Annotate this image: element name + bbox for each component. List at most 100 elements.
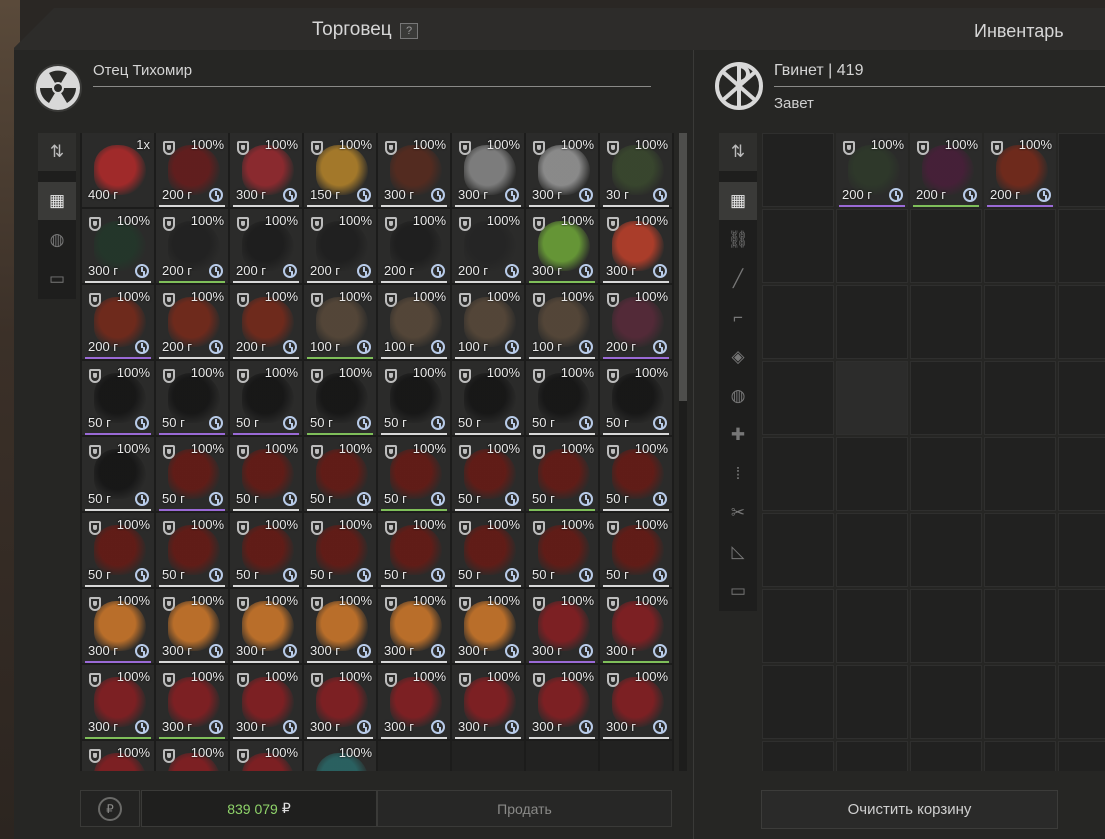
refresh-button[interactable]: ₽ <box>80 790 140 827</box>
item-slot[interactable]: 100% 50 г <box>304 437 376 511</box>
item-slot[interactable]: 100% 50 г <box>230 437 302 511</box>
empty-slot[interactable] <box>984 285 1056 359</box>
empty-slot[interactable] <box>762 741 834 771</box>
item-slot[interactable]: 100% 300 г <box>378 133 450 207</box>
empty-slot[interactable] <box>526 741 598 771</box>
empty-slot[interactable] <box>836 285 908 359</box>
item-slot[interactable]: 100% 300 г <box>600 589 672 663</box>
item-slot[interactable]: 100% 50 г <box>600 437 672 511</box>
item-slot[interactable]: 100% 100 г <box>304 285 376 359</box>
item-slot[interactable]: 100% 200 г <box>304 209 376 283</box>
item-slot[interactable]: 100% 50 г <box>304 361 376 435</box>
item-slot[interactable]: 100% 300 г <box>600 665 672 739</box>
empty-slot[interactable] <box>762 589 834 663</box>
item-slot[interactable]: 100% 300 г <box>452 133 524 207</box>
item-slot[interactable]: 100% 50 г <box>600 513 672 587</box>
item-slot[interactable]: 100% 50 г <box>82 513 154 587</box>
item-slot[interactable]: 100% 100 г <box>378 285 450 359</box>
item-slot[interactable]: 100% 50 г <box>82 437 154 511</box>
item-slot[interactable]: 100% 200 г <box>230 209 302 283</box>
empty-slot[interactable] <box>836 209 908 283</box>
empty-slot[interactable] <box>984 209 1056 283</box>
inventory-attachment-button[interactable]: ⛓ <box>719 221 757 259</box>
trader-grid-view-button[interactable]: ▦ <box>38 182 76 220</box>
item-slot[interactable]: 100% 300 г <box>526 209 598 283</box>
empty-slot[interactable] <box>836 665 908 739</box>
trader-box-button[interactable]: ▭ <box>38 260 76 298</box>
item-slot[interactable]: 100% 50 г <box>526 361 598 435</box>
empty-slot[interactable] <box>1058 665 1105 739</box>
item-slot[interactable]: 100% 50 г <box>304 513 376 587</box>
empty-slot[interactable] <box>910 741 982 771</box>
item-slot[interactable]: 100% 300 г <box>82 589 154 663</box>
empty-slot[interactable] <box>1058 437 1105 511</box>
empty-slot[interactable] <box>762 361 834 435</box>
inventory-tab-title[interactable]: Инвентарь <box>974 21 1064 42</box>
item-slot[interactable]: 100% 200 г <box>156 209 228 283</box>
empty-slot[interactable] <box>762 665 834 739</box>
item-slot[interactable]: 100% 200 г <box>378 209 450 283</box>
item-slot[interactable]: 100% 300 г <box>82 665 154 739</box>
trader-scroll-thumb[interactable] <box>679 133 687 401</box>
empty-slot[interactable] <box>984 513 1056 587</box>
item-slot[interactable]: 100% 200 г <box>836 133 908 207</box>
item-slot[interactable]: 100% 300 г <box>378 589 450 663</box>
item-slot[interactable]: 100% 50 г <box>378 361 450 435</box>
empty-slot[interactable] <box>836 437 908 511</box>
empty-slot[interactable] <box>910 361 982 435</box>
inventory-grid-view-button[interactable]: ▦ <box>719 182 757 220</box>
item-slot[interactable]: 100% 50 г <box>230 513 302 587</box>
empty-slot[interactable] <box>984 741 1056 771</box>
inventory-grenade-button[interactable]: ◈ <box>719 338 757 376</box>
empty-slot[interactable] <box>1058 741 1105 771</box>
item-slot[interactable]: 100% 200 г <box>82 285 154 359</box>
item-slot[interactable]: 100% 50 г <box>526 513 598 587</box>
item-slot[interactable]: 100% 50 г <box>526 437 598 511</box>
item-slot[interactable]: 100% 300 г <box>156 665 228 739</box>
item-slot[interactable]: 100% <box>156 741 228 771</box>
empty-slot[interactable] <box>762 513 834 587</box>
empty-slot[interactable] <box>1058 209 1105 283</box>
inventory-pistol-button[interactable]: ⌐ <box>719 299 757 337</box>
item-slot[interactable]: 100% 300 г <box>230 665 302 739</box>
item-slot[interactable]: 100% 30 г <box>600 133 672 207</box>
empty-slot[interactable] <box>836 741 908 771</box>
inventory-ammo-button[interactable]: ⁞ <box>719 455 757 493</box>
sell-button[interactable]: Продать <box>377 790 672 827</box>
item-slot[interactable]: 100% 50 г <box>230 361 302 435</box>
item-slot[interactable]: 100% 100 г <box>452 285 524 359</box>
inventory-medkit-button[interactable]: ✚ <box>719 416 757 454</box>
item-slot[interactable]: 100% 50 г <box>452 513 524 587</box>
inventory-box-button[interactable]: ▭ <box>719 572 757 610</box>
empty-slot[interactable] <box>600 741 672 771</box>
item-slot[interactable]: 100% 50 г <box>452 437 524 511</box>
item-slot[interactable]: 100% 200 г <box>984 133 1056 207</box>
item-slot[interactable]: 100% 300 г <box>230 133 302 207</box>
item-slot[interactable]: 100% 100 г <box>526 285 598 359</box>
item-slot[interactable]: 100% <box>304 741 376 771</box>
item-slot[interactable]: 100% 300 г <box>378 665 450 739</box>
empty-slot[interactable] <box>762 133 834 207</box>
empty-slot[interactable] <box>984 437 1056 511</box>
item-slot[interactable]: 100% 200 г <box>156 133 228 207</box>
item-slot[interactable]: 100% 300 г <box>526 589 598 663</box>
help-button[interactable]: ? <box>400 23 418 39</box>
item-slot[interactable]: 100% 300 г <box>304 665 376 739</box>
item-slot[interactable]: 100% 50 г <box>378 513 450 587</box>
item-slot[interactable]: 100% 300 г <box>156 589 228 663</box>
empty-slot[interactable] <box>910 209 982 283</box>
inventory-blueprint-button[interactable]: ◺ <box>719 533 757 571</box>
empty-slot[interactable] <box>1058 513 1105 587</box>
trader-tab-title[interactable]: Торговец <box>312 19 392 41</box>
empty-slot[interactable] <box>836 589 908 663</box>
empty-slot[interactable] <box>836 513 908 587</box>
item-slot[interactable]: 100% 300 г <box>452 589 524 663</box>
empty-slot[interactable] <box>1058 133 1105 207</box>
inventory-tools-button[interactable]: ✂ <box>719 494 757 532</box>
item-slot[interactable]: 100% 300 г <box>526 665 598 739</box>
item-slot[interactable]: 100% 200 г <box>600 285 672 359</box>
empty-slot[interactable] <box>1058 589 1105 663</box>
item-slot[interactable]: 100% <box>82 741 154 771</box>
item-slot[interactable]: 100% 200 г <box>230 285 302 359</box>
inventory-artifact-button[interactable]: ◍ <box>719 377 757 415</box>
